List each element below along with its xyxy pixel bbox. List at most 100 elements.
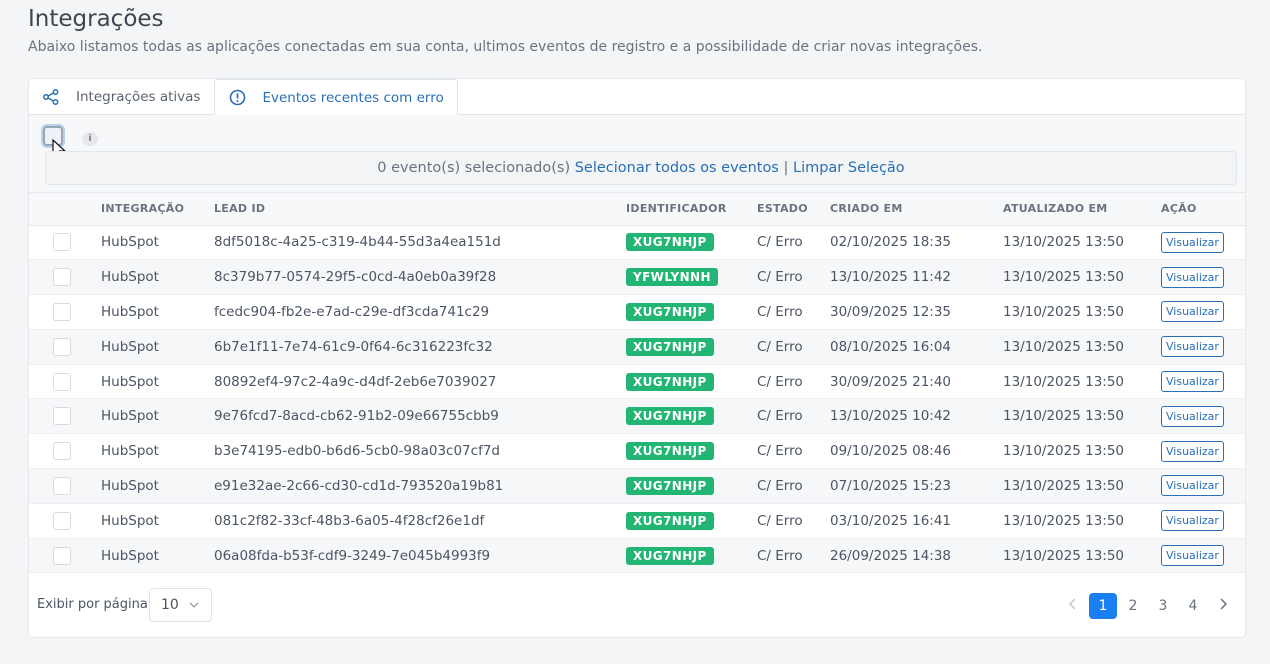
updated-cell: 13/10/2025 13:50 — [1003, 468, 1161, 504]
identifier-cell: XUG7NHJP — [626, 329, 757, 365]
integration-cell: HubSpot — [101, 364, 214, 400]
integration-cell: HubSpot — [101, 468, 214, 504]
view-button[interactable]: Visualizar — [1161, 371, 1224, 393]
identifier-badge: XUG7NHJP — [626, 407, 714, 426]
created-cell: 30/09/2025 21:40 — [830, 364, 1003, 400]
page-title: Integrações — [28, 6, 164, 32]
identifier-badge: XUG7NHJP — [626, 476, 714, 495]
identifier-cell: XUG7NHJP — [626, 468, 757, 504]
row-checkbox[interactable] — [53, 546, 71, 565]
view-button[interactable]: Visualizar — [1161, 231, 1224, 253]
identifier-badge: XUG7NHJP — [626, 233, 714, 252]
identifier-badge: XUG7NHJP — [626, 511, 714, 530]
row-checkbox[interactable] — [53, 233, 71, 252]
header-state[interactable]: ESTADO — [757, 193, 830, 226]
select-all-events-link[interactable]: Selecionar todos os eventos — [575, 160, 779, 176]
view-button[interactable]: Visualizar — [1161, 440, 1224, 462]
view-button[interactable]: Visualizar — [1161, 336, 1224, 358]
state-cell: C/ Erro — [757, 538, 830, 574]
view-button[interactable]: Visualizar — [1161, 475, 1224, 497]
row-checkbox[interactable] — [53, 476, 71, 495]
identifier-cell: XUG7NHJP — [626, 433, 757, 470]
table-row: HubSpot e91e32ae-2c66-cd30-cd1d-793520a19… — [29, 468, 1245, 504]
integration-cell: HubSpot — [101, 259, 214, 296]
row-checkbox[interactable] — [53, 407, 71, 426]
row-checkbox-cell — [29, 259, 101, 296]
per-page-value: 10 — [161, 597, 179, 613]
created-cell: 13/10/2025 11:42 — [830, 259, 1003, 296]
view-button[interactable]: Visualizar — [1161, 301, 1224, 323]
tab-recent-error-events[interactable]: Eventos recentes com erro — [214, 79, 458, 116]
state-cell: C/ Erro — [757, 225, 830, 261]
integration-cell: HubSpot — [101, 503, 214, 539]
identifier-cell: XUG7NHJP — [626, 364, 757, 400]
row-checkbox[interactable] — [53, 372, 71, 391]
view-button[interactable]: Visualizar — [1161, 266, 1224, 288]
chevron-right-icon — [1220, 598, 1228, 610]
table-row: HubSpot 081c2f82-33cf-48b3-6a05-4f28cf26e… — [29, 503, 1245, 539]
identifier-cell: XUG7NHJP — [626, 503, 757, 539]
row-checkbox-cell — [29, 398, 101, 435]
header-updated[interactable]: ATUALIZADO EM — [1003, 193, 1161, 226]
separator: | — [783, 160, 789, 176]
integration-cell: HubSpot — [101, 398, 214, 435]
view-button[interactable]: Visualizar — [1161, 510, 1224, 532]
action-cell: Visualizar — [1161, 259, 1245, 296]
updated-cell: 13/10/2025 13:50 — [1003, 329, 1161, 365]
integration-cell: HubSpot — [101, 225, 214, 261]
lead-id-cell: 8df5018c-4a25-c319-4b44-55d3a4ea151d — [214, 225, 626, 261]
action-cell: Visualizar — [1161, 468, 1245, 504]
state-cell: C/ Erro — [757, 329, 830, 365]
identifier-cell: YFWLYNNH — [626, 259, 757, 296]
row-checkbox-cell — [29, 329, 101, 365]
identifier-badge: YFWLYNNH — [626, 268, 718, 287]
table-row: HubSpot 8c379b77-0574-29f5-c0cd-4a0eb0a39… — [29, 259, 1245, 296]
next-page-button[interactable] — [1209, 593, 1237, 619]
header-identifier[interactable]: IDENTIFICADOR — [626, 193, 757, 226]
row-checkbox[interactable] — [53, 511, 71, 530]
created-cell: 08/10/2025 16:04 — [830, 329, 1003, 365]
created-cell: 03/10/2025 16:41 — [830, 503, 1003, 539]
per-page-select[interactable]: 10 — [149, 588, 212, 622]
action-cell: Visualizar — [1161, 398, 1245, 435]
per-page-label: Exibir por página — [37, 597, 148, 612]
info-icon[interactable]: i — [82, 132, 98, 146]
created-cell: 09/10/2025 08:46 — [830, 433, 1003, 470]
tab-bar: Integrações ativas Eventos recentes com … — [29, 79, 1245, 116]
row-checkbox-cell — [29, 364, 101, 400]
tab-label: Integrações ativas — [76, 89, 201, 105]
row-checkbox[interactable] — [53, 302, 71, 321]
clear-selection-link[interactable]: Limpar Seleção — [793, 160, 905, 176]
table-header-row: INTEGRAÇÃO LEAD ID IDENTIFICADOR ESTADO … — [29, 193, 1245, 226]
identifier-badge: XUG7NHJP — [626, 372, 714, 391]
updated-cell: 13/10/2025 13:50 — [1003, 225, 1161, 261]
integrations-card: Integrações ativas Eventos recentes com … — [28, 78, 1246, 638]
table-row: HubSpot b3e74195-edb0-b6d6-5cb0-98a03c07c… — [29, 433, 1245, 470]
row-checkbox[interactable] — [53, 337, 71, 356]
lead-id-cell: e91e32ae-2c66-cd30-cd1d-793520a19b81 — [214, 468, 626, 504]
header-integration[interactable]: INTEGRAÇÃO — [101, 193, 214, 226]
action-cell: Visualizar — [1161, 433, 1245, 470]
tab-active-integrations[interactable]: Integrações ativas — [29, 79, 213, 115]
row-checkbox[interactable] — [53, 442, 71, 461]
identifier-badge: XUG7NHJP — [626, 546, 714, 565]
page-button-4[interactable]: 4 — [1179, 593, 1207, 619]
view-button[interactable]: Visualizar — [1161, 405, 1224, 427]
header-action: AÇÃO — [1161, 193, 1245, 226]
header-created[interactable]: CRIADO EM — [830, 193, 1003, 226]
lead-id-cell: 9e76fcd7-8acd-cb62-91b2-09e66755cbb9 — [214, 398, 626, 435]
table-footer: Exibir por página 10 1 2 3 4 — [29, 579, 1245, 635]
table-row: HubSpot 06a08fda-b53f-cdf9-3249-7e045b499… — [29, 538, 1245, 574]
page-button-1[interactable]: 1 — [1089, 593, 1117, 619]
table-row: HubSpot 8df5018c-4a25-c319-4b44-55d3a4ea1… — [29, 225, 1245, 261]
page-button-3[interactable]: 3 — [1149, 593, 1177, 619]
identifier-cell: XUG7NHJP — [626, 225, 757, 261]
prev-page-button[interactable] — [1059, 593, 1087, 619]
lead-id-cell: 081c2f82-33cf-48b3-6a05-4f28cf26e1df — [214, 503, 626, 539]
view-button[interactable]: Visualizar — [1161, 545, 1224, 567]
page-button-2[interactable]: 2 — [1119, 593, 1147, 619]
row-checkbox[interactable] — [53, 268, 71, 287]
header-lead-id[interactable]: LEAD ID — [214, 193, 626, 226]
action-cell: Visualizar — [1161, 538, 1245, 574]
action-cell: Visualizar — [1161, 329, 1245, 365]
